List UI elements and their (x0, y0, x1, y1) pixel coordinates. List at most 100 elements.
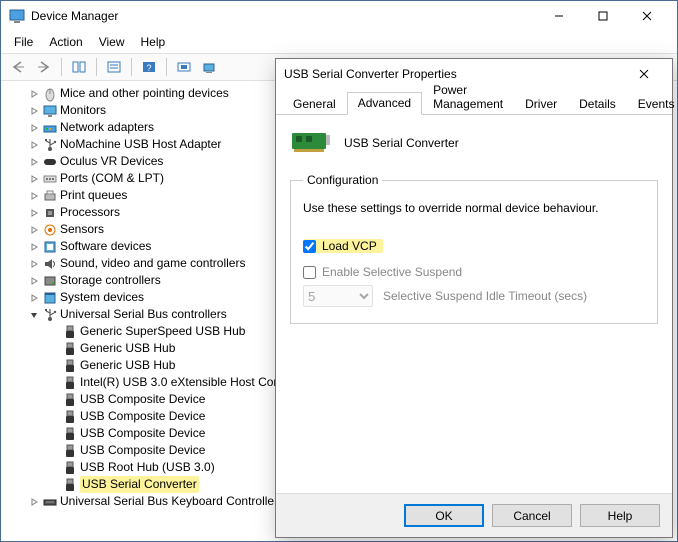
ok-button[interactable]: OK (404, 504, 484, 527)
menu-file[interactable]: File (6, 33, 41, 51)
toolbar-devices-button[interactable] (198, 56, 222, 78)
toolbar-forward-button[interactable] (32, 56, 56, 78)
load-vcp-checkbox[interactable] (303, 240, 316, 253)
toolbar-scan-button[interactable] (172, 56, 196, 78)
tree-item-label: Storage controllers (60, 272, 161, 289)
tree-item-label: Universal Serial Bus Keyboard Controller… (60, 493, 284, 510)
tree-item-label: USB Root Hub (USB 3.0) (80, 459, 215, 476)
usbplug-icon (62, 443, 78, 459)
tree-item-label: Generic SuperSpeed USB Hub (80, 323, 245, 340)
sensor-icon (42, 222, 58, 238)
noexpand (47, 410, 61, 424)
expand-icon[interactable] (27, 155, 41, 169)
menu-action[interactable]: Action (41, 33, 90, 51)
tree-item-label: USB Composite Device (80, 442, 205, 459)
noexpand (47, 376, 61, 390)
noexpand (47, 393, 61, 407)
configuration-group: Configuration Use these settings to over… (290, 173, 658, 324)
noexpand (47, 342, 61, 356)
collapse-icon[interactable] (27, 308, 41, 322)
port-icon (42, 171, 58, 187)
tree-item-label: Universal Serial Bus controllers (60, 306, 227, 323)
printer-icon (42, 188, 58, 204)
expand-icon[interactable] (27, 495, 41, 509)
menu-view[interactable]: View (91, 33, 133, 51)
expand-icon[interactable] (27, 257, 41, 271)
expand-icon[interactable] (27, 104, 41, 118)
maximize-button[interactable] (581, 2, 625, 30)
usbplug-icon (62, 426, 78, 442)
load-vcp-label: Load VCP (322, 239, 377, 253)
tab-advanced[interactable]: Advanced (347, 92, 422, 115)
storage-icon (42, 273, 58, 289)
close-button[interactable] (625, 2, 669, 30)
usbplug-icon (62, 324, 78, 340)
load-vcp-row[interactable]: Load VCP (303, 239, 383, 253)
tab-power-management[interactable]: Power Management (422, 79, 514, 115)
expand-icon[interactable] (27, 172, 41, 186)
cancel-button[interactable]: Cancel (492, 504, 572, 527)
pci-card-icon (290, 129, 332, 157)
noexpand (47, 444, 61, 458)
monitor-icon (42, 103, 58, 119)
usbplug-icon (62, 477, 78, 493)
toolbar-help-button[interactable]: ? (137, 56, 161, 78)
cpu-icon (42, 205, 58, 221)
toolbar-back-button[interactable] (6, 56, 30, 78)
usbplug-icon (62, 409, 78, 425)
expand-icon[interactable] (27, 121, 41, 135)
dialog-tabs: GeneralAdvancedPower ManagementDriverDet… (276, 89, 672, 115)
usb-icon (42, 137, 58, 153)
tree-item-label: Oculus VR Devices (60, 153, 163, 170)
menu-help[interactable]: Help (133, 33, 174, 51)
tree-item-label: Sound, video and game controllers (60, 255, 245, 272)
tab-details[interactable]: Details (568, 93, 627, 115)
expand-icon[interactable] (27, 274, 41, 288)
toolbar-properties-button[interactable] (102, 56, 126, 78)
tree-item-label: USB Composite Device (80, 425, 205, 442)
expand-icon[interactable] (27, 189, 41, 203)
toolbar-show-hide-button[interactable] (67, 56, 91, 78)
tree-item-label: Mice and other pointing devices (60, 85, 229, 102)
keyboard-icon (42, 494, 58, 510)
tree-item-label: Network adapters (60, 119, 154, 136)
noexpand (47, 461, 61, 475)
noexpand (47, 427, 61, 441)
expand-icon[interactable] (27, 240, 41, 254)
help-button[interactable]: Help (580, 504, 660, 527)
dialog-close-button[interactable] (624, 60, 664, 88)
usbplug-icon (62, 358, 78, 374)
configuration-desc: Use these settings to override normal de… (303, 201, 645, 215)
expand-icon[interactable] (27, 291, 41, 305)
tab-driver[interactable]: Driver (514, 93, 568, 115)
expand-icon[interactable] (27, 87, 41, 101)
tree-item-label: Print queues (60, 187, 127, 204)
tab-general[interactable]: General (282, 93, 347, 115)
selective-suspend-row[interactable]: Enable Selective Suspend (303, 265, 645, 279)
timeout-label: Selective Suspend Idle Timeout (secs) (383, 289, 587, 303)
noexpand (47, 359, 61, 373)
expand-icon[interactable] (27, 206, 41, 220)
timeout-select: 5 (303, 285, 373, 307)
selective-suspend-checkbox[interactable] (303, 266, 316, 279)
usbplug-icon (62, 341, 78, 357)
tree-item-label: USB Composite Device (80, 391, 205, 408)
network-icon (42, 120, 58, 136)
expand-icon[interactable] (27, 138, 41, 152)
tree-item-label: System devices (60, 289, 144, 306)
app-icon (9, 8, 25, 24)
tree-item-label: NoMachine USB Host Adapter (60, 136, 221, 153)
window-title: Device Manager (31, 9, 537, 23)
selective-suspend-label: Enable Selective Suspend (322, 265, 462, 279)
menubar: File Action View Help (1, 31, 677, 53)
usbplug-icon (62, 375, 78, 391)
tree-item-label: Ports (COM & LPT) (60, 170, 164, 187)
expand-icon[interactable] (27, 223, 41, 237)
dialog-button-row: OK Cancel Help (276, 493, 672, 537)
tree-item-label: Monitors (60, 102, 106, 119)
tab-events[interactable]: Events (627, 93, 678, 115)
tree-item-label: Generic USB Hub (80, 357, 175, 374)
mouse-icon (42, 86, 58, 102)
minimize-button[interactable] (537, 2, 581, 30)
svg-text:?: ? (146, 63, 151, 73)
